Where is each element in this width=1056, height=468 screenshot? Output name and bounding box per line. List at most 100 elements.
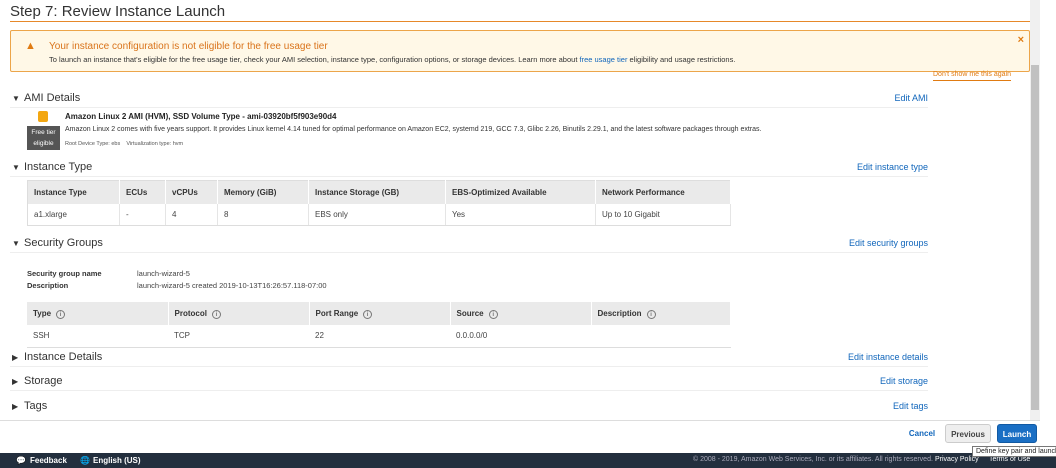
cell: - [119,203,166,226]
column-header: EBS-Optimized Available [445,180,596,204]
cell: a1.xlarge [27,203,120,226]
section-title: Security Groups [24,237,103,249]
warning-icon: ▲ [25,40,36,52]
cell: EBS only [308,203,446,226]
section-title: Storage [24,375,63,387]
chat-icon: 💬 [16,456,26,465]
header-label: Port Range [315,308,359,318]
section-title: Instance Type [24,161,93,173]
free-tier-alert: ▲ Your instance configuration is not eli… [10,30,1030,72]
section-storage[interactable]: ▶ Storage Edit storage [10,375,928,391]
sg-name-label: Security group name [27,269,102,278]
footer: 💬 Feedback 🌐 English (US) © 2008 - 2019,… [0,453,1056,468]
feedback-link[interactable]: Feedback [30,456,67,465]
divider [10,21,1030,22]
caret-down-icon[interactable]: ▼ [12,163,20,172]
free-usage-tier-link[interactable]: free usage tier [580,55,628,64]
caret-right-icon[interactable]: ▶ [12,377,18,386]
header-label: Type [33,308,52,318]
privacy-policy-link[interactable]: Privacy Policy [935,456,979,463]
column-header: Source i [450,302,592,325]
instance-type-table: Instance Type ECUs vCPUs Memory (GiB) In… [27,180,731,226]
root-device-type: Root Device Type: ebs [65,141,121,147]
alert-heading: Your instance configuration is not eligi… [49,41,328,52]
ami-meta: Root Device Type: ebs Virtualization typ… [65,141,183,147]
cell: Yes [445,203,596,226]
terms-of-use-link[interactable]: Terms of Use [989,456,1030,463]
info-icon[interactable]: i [211,309,221,319]
column-header: Instance Storage (GB) [308,180,446,204]
ami-description: Amazon Linux 2 comes with five years sup… [65,126,762,133]
sg-desc-label: Description [27,281,69,290]
caret-right-icon[interactable]: ▶ [12,402,18,411]
caret-right-icon[interactable]: ▶ [12,353,18,362]
edit-ami-link[interactable]: Edit AMI [894,93,928,103]
section-instance-type[interactable]: ▼ Instance Type Edit instance type [10,161,928,177]
scrollbar-thumb[interactable] [1031,65,1039,410]
header-label: Protocol [174,308,207,318]
badge-line-1: Free tier [31,129,56,136]
cell: 22 [309,325,450,348]
dont-show-again-link[interactable]: Don't show me this again [933,71,1011,81]
section-security-groups[interactable]: ▼ Security Groups Edit security groups [10,237,928,253]
column-header: Instance Type [27,180,120,204]
table-header: Type i Protocol i Port Range i Source i Desc… [27,302,731,325]
divider [0,420,1040,421]
sg-name: launch-wizard-5 [137,269,190,278]
column-header: Type i [27,302,169,325]
cell: SSH [27,325,168,348]
copyright: © 2008 - 2019, Amazon Web Services, Inc.… [693,456,933,463]
alert-text: To launch an instance that's eligible fo… [49,55,735,64]
edit-instance-details-link[interactable]: Edit instance details [848,352,928,362]
column-header: Description i [591,302,731,325]
info-icon[interactable]: i [56,309,66,319]
ami-box-icon [38,111,48,122]
column-header: ECUs [119,180,166,204]
header-label: Description [597,308,642,318]
column-header: Network Performance [595,180,731,204]
header-label: Source [456,308,484,318]
cell [591,325,731,348]
column-header: Protocol i [168,302,310,325]
edit-instance-type-link[interactable]: Edit instance type [857,162,928,172]
column-header: vCPUs [165,180,218,204]
cell: 0.0.0.0/0 [450,325,591,348]
section-instance-details[interactable]: ▶ Instance Details Edit instance details [10,351,928,367]
section-title: Tags [24,400,48,412]
launch-tooltip-overlay: Define key pair and launch [972,446,1056,457]
column-header: Port Range i [309,302,451,325]
cell: 4 [165,203,218,226]
caret-down-icon[interactable]: ▼ [12,94,20,103]
globe-icon: 🌐 [80,456,90,465]
cancel-button[interactable]: Cancel [905,424,939,443]
badge-line-2: eligible [33,140,54,147]
table-row: SSH TCP 22 0.0.0.0/0 [27,325,731,348]
edit-storage-link[interactable]: Edit storage [880,376,928,386]
info-icon[interactable]: i [646,309,656,319]
ami-name: Amazon Linux 2 AMI (HVM), SSD Volume Typ… [65,112,337,121]
info-icon[interactable]: i [488,309,498,319]
previous-button[interactable]: Previous [945,424,991,443]
sg-description: launch-wizard-5 created 2019-10-13T16:26… [137,281,327,290]
section-tags[interactable]: ▶ Tags Edit tags [10,400,928,416]
launch-button[interactable]: Launch [997,424,1037,443]
table-row: a1.xlarge - 4 8 EBS only Yes Up to 10 Gi… [27,203,731,226]
cell: TCP [168,325,309,348]
edit-security-groups-link[interactable]: Edit security groups [849,238,928,248]
table-header: Instance Type ECUs vCPUs Memory (GiB) In… [27,180,731,204]
free-tier-badge: Free tier eligible [27,126,60,150]
language-selector[interactable]: English (US) [93,456,141,465]
edit-tags-link[interactable]: Edit tags [893,401,928,411]
page-title: Step 7: Review Instance Launch [10,3,226,20]
cell: Up to 10 Gigabit [595,203,731,226]
caret-down-icon[interactable]: ▼ [12,239,20,248]
section-ami-details[interactable]: ▼ AMI Details Edit AMI [10,92,928,108]
security-rules-table: Type i Protocol i Port Range i Source i Desc… [27,302,731,348]
alert-text-before: To launch an instance that's eligible fo… [49,55,580,64]
section-title: Instance Details [24,351,103,363]
info-icon[interactable]: i [363,309,373,319]
column-header: Memory (GiB) [217,180,309,204]
close-icon[interactable]: × [1018,34,1024,46]
virtualization-type: Virtualization type: hvm [126,141,184,147]
section-title: AMI Details [24,92,81,104]
